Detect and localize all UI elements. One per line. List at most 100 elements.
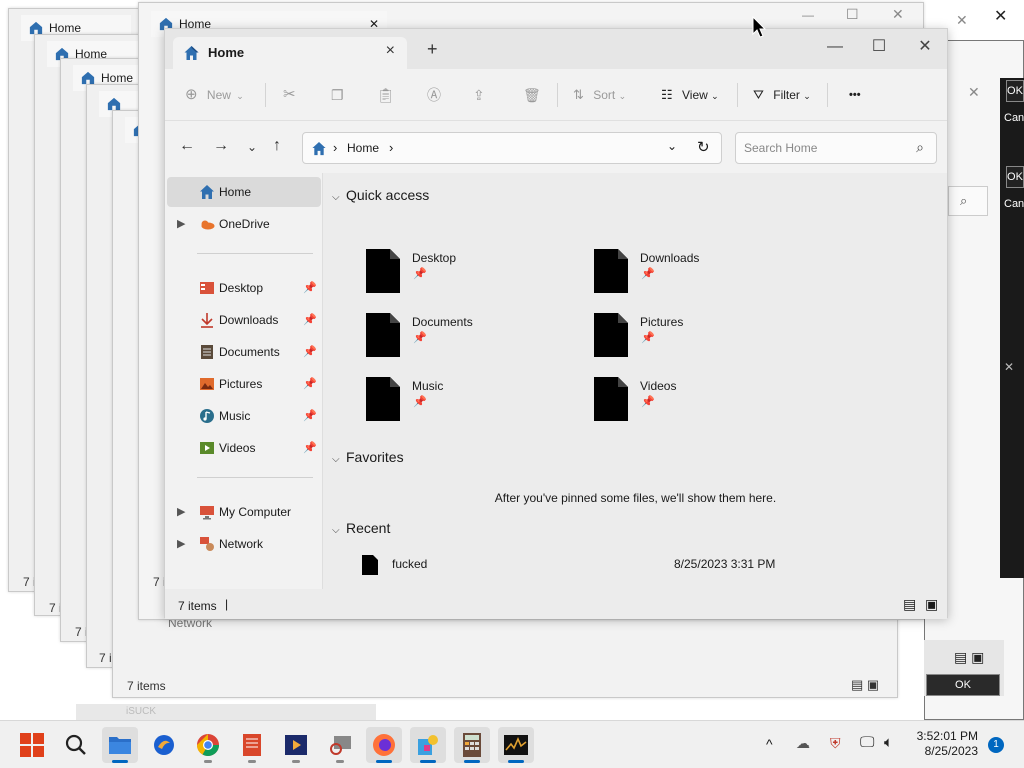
windows-logo-icon — [20, 733, 44, 757]
volume-icon[interactable]: 🔈︎ — [884, 734, 893, 751]
expand-chevron-icon[interactable]: ▶ — [177, 209, 185, 239]
navigation-pane: Home ▶ OneDrive Desktop 📌 Downloads 📌 Do… — [165, 173, 323, 589]
expand-chevron-icon[interactable]: ▶ — [177, 497, 185, 527]
section-quick-access[interactable]: ⌵ Quick access — [332, 187, 429, 203]
breadcrumb-separator: › — [333, 140, 338, 155]
filter-button[interactable]: ⛛ Filter ⌄ — [753, 83, 811, 107]
system-clock[interactable]: 3:52:01 PM 8/25/2023 — [917, 729, 978, 759]
quick-access-item-desktop[interactable]: Desktop 📌 — [366, 245, 566, 293]
close-button[interactable]: ✕ — [903, 33, 947, 61]
ghost-search-fragment — [948, 186, 988, 216]
back-arrow-icon[interactable]: ← — [179, 137, 195, 155]
sidebar-item-documents[interactable]: Documents 📌 — [167, 337, 321, 367]
quick-access-item-downloads[interactable]: Downloads 📌 — [594, 245, 794, 293]
details-view-icon[interactable]: ▤ — [903, 596, 916, 613]
dark-ok-button[interactable]: OK — [1006, 80, 1024, 102]
taskbar-app-2[interactable] — [146, 727, 182, 763]
view-button[interactable]: ☷ View ⌄ — [661, 83, 719, 107]
search-button[interactable] — [58, 727, 94, 763]
onedrive-icon — [201, 220, 215, 230]
file-icon — [366, 249, 400, 293]
sidebar-item-downloads[interactable]: Downloads 📌 — [167, 305, 321, 335]
videos-icon — [200, 442, 214, 454]
minimize-button[interactable]: — — [813, 33, 857, 61]
sidebar-item-videos[interactable]: Videos 📌 — [167, 433, 321, 463]
sidebar-item-network[interactable]: ▶ Network — [167, 529, 321, 559]
file-icon — [594, 377, 628, 421]
show-hidden-icons-chevron[interactable]: ^ — [766, 736, 773, 752]
address-bar[interactable]: › Home › ⌄ ↻ — [302, 132, 722, 164]
new-tab-button[interactable]: + — [427, 39, 438, 60]
search-box[interactable]: Search Home ⌕ — [735, 132, 937, 164]
quick-access-item-pictures[interactable]: Pictures 📌 — [594, 309, 794, 357]
more-options-icon[interactable]: ••• — [849, 83, 861, 107]
pin-icon: 📌 — [413, 332, 427, 344]
tiles-view-icon[interactable]: ▣ — [925, 596, 938, 613]
running-indicator — [248, 760, 256, 763]
ok-button[interactable]: OK — [926, 674, 1000, 696]
rename-icon[interactable]: Ⓐ — [427, 83, 441, 107]
breadcrumb-home[interactable]: Home — [347, 141, 379, 155]
start-button[interactable] — [14, 727, 50, 763]
forward-arrow-icon[interactable]: → — [213, 137, 229, 155]
taskbar-app-8[interactable] — [410, 727, 446, 763]
close-tab-icon[interactable]: × — [386, 42, 395, 60]
taskbar-task-manager[interactable] — [498, 727, 534, 763]
maximize-button[interactable]: ☐ — [857, 33, 901, 61]
sidebar-item-pictures[interactable]: Pictures 📌 — [167, 369, 321, 399]
sidebar-item-desktop[interactable]: Desktop 📌 — [167, 273, 321, 303]
mouse-cursor-icon — [752, 16, 766, 38]
sidebar-item-onedrive[interactable]: ▶ OneDrive — [167, 209, 321, 239]
taskbar-chrome[interactable] — [190, 727, 226, 763]
search-input[interactable]: Search Home — [744, 141, 817, 155]
expand-chevron-icon[interactable]: ▶ — [177, 529, 185, 559]
section-recent[interactable]: ⌵ Recent — [332, 520, 390, 536]
recent-locations-chevron-icon[interactable]: ⌄ — [247, 140, 257, 154]
tab-home[interactable]: Home × — [173, 37, 407, 69]
sidebar-item-home[interactable]: Home — [167, 177, 321, 207]
sort-button[interactable]: ⇅ Sort ⌄ — [573, 83, 626, 107]
clock-time: 3:52:01 PM — [916, 729, 978, 743]
sidebar-item-my-computer[interactable]: ▶ My Computer — [167, 497, 321, 527]
separator — [737, 83, 738, 107]
refresh-icon[interactable]: ↻ — [697, 138, 710, 156]
top-close-icon[interactable]: ✕ — [994, 6, 1007, 26]
file-explorer-window: Home × + — ☐ ✕ ⊕ New ⌄ ✂ ❐ 📋︎ Ⓐ ⇪ 🗑︎ ⇅ S… — [164, 28, 948, 619]
taskbar-app-4[interactable] — [234, 727, 270, 763]
ghost-close-icon: ✕ — [968, 84, 980, 100]
paste-icon[interactable]: 📋︎ — [377, 83, 395, 107]
taskbar-app-6[interactable] — [322, 727, 358, 763]
collapse-chevron-icon: ⌵ — [332, 192, 340, 203]
sidebar-item-music[interactable]: Music 📌 — [167, 401, 321, 431]
share-icon[interactable]: ⇪ — [473, 83, 485, 107]
onedrive-tray-icon[interactable]: ☁ — [796, 735, 810, 752]
pin-icon: 📌 — [303, 282, 317, 294]
dark-ok-button[interactable]: OK — [1006, 166, 1024, 188]
chevron-down-icon: ⌄ — [711, 91, 719, 101]
task-manager-icon — [504, 735, 528, 755]
recent-file-row[interactable]: fucked 8/25/2023 3:31 PM — [360, 553, 780, 577]
notification-badge[interactable]: 1 — [988, 737, 1004, 753]
quick-access-item-documents[interactable]: Documents 📌 — [366, 309, 566, 357]
quick-access-item-videos[interactable]: Videos 📌 — [594, 373, 794, 421]
navigation-bar: ← → ⌄ ↑ › Home › ⌄ ↻ Search Home ⌕ — [165, 121, 947, 173]
display-tray-icon[interactable]: 🖵︎ — [860, 734, 874, 751]
copy-icon[interactable]: ❐ — [331, 83, 344, 107]
pin-icon: 📌 — [641, 332, 655, 344]
security-tray-icon[interactable]: ⛨ — [830, 735, 841, 752]
taskbar-calculator[interactable] — [454, 727, 490, 763]
delete-icon[interactable]: 🗑︎ — [523, 83, 541, 107]
pin-icon: 📌 — [413, 268, 427, 280]
download-icon — [201, 313, 213, 328]
address-dropdown-icon[interactable]: ⌄ — [667, 139, 677, 153]
new-button[interactable]: ⊕ New ⌄ — [185, 83, 244, 107]
taskbar-app-5[interactable] — [278, 727, 314, 763]
quick-access-item-music[interactable]: Music 📌 — [366, 373, 566, 421]
cut-icon[interactable]: ✂ — [283, 83, 296, 107]
taskbar-file-explorer[interactable] — [102, 727, 138, 763]
up-arrow-icon[interactable]: ↑ — [273, 137, 281, 155]
section-favorites[interactable]: ⌵ Favorites — [332, 449, 404, 465]
status-divider: | — [225, 597, 229, 611]
sidebar-divider — [197, 253, 313, 254]
taskbar-firefox[interactable] — [366, 727, 402, 763]
